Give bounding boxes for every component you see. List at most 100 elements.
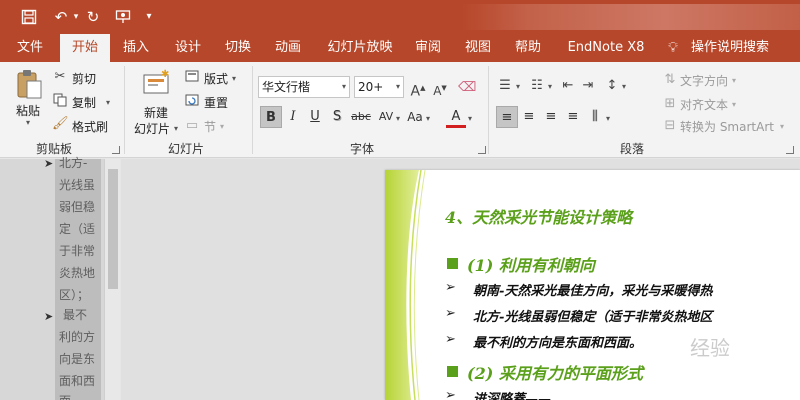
outline-text-line[interactable]: 光线虽 <box>59 176 95 193</box>
ribbon-home: 粘贴 ▾ ✂ 剪切 复制 ▾ 🖌︎ 格式刷 剪贴板 ✱ 新建 幻灯片 ▾ 版式 … <box>0 62 800 158</box>
bullets-icon[interactable]: ☰ <box>496 78 514 94</box>
slide-subheading[interactable]: (2) 采用有力的平面形式 <box>467 360 643 384</box>
customize-qat-chevron-down-icon[interactable]: ▾ <box>143 6 155 28</box>
outline-text-line[interactable]: 炎热地 <box>59 264 95 281</box>
undo-dropdown-icon[interactable]: ▾ <box>71 6 81 28</box>
font-dialog-launcher-icon[interactable] <box>478 146 486 154</box>
change-case-dropdown-icon[interactable]: ▾ <box>426 114 430 123</box>
character-spacing-dropdown-icon[interactable]: ▾ <box>396 114 400 123</box>
font-size-combo[interactable]: 20+ ▾ <box>354 76 404 98</box>
paste-dropdown-icon[interactable]: ▾ <box>26 118 30 127</box>
scissors-icon: ✂ <box>54 69 66 84</box>
new-slide-button[interactable]: 新建 <box>144 104 168 121</box>
font-color-dropdown-icon[interactable]: ▾ <box>468 114 472 123</box>
tab-home[interactable]: 开始 <box>60 34 110 62</box>
convert-smartart-dropdown-icon[interactable]: ▾ <box>780 122 784 131</box>
text-shadow-button[interactable]: S <box>326 106 348 128</box>
slide-canvas[interactable]: 4、天然采光节能设计策略 (1) 利用有利朝向 ➢ 朝南-天然采光最佳方向，采光… <box>385 170 800 400</box>
section-dropdown-icon[interactable]: ▾ <box>220 122 224 131</box>
outline-text-line[interactable]: 利的方 <box>59 328 95 345</box>
line-spacing-icon[interactable]: ↕ <box>604 78 620 94</box>
font-size-dropdown-icon[interactable]: ▾ <box>396 77 400 97</box>
reset-button[interactable]: 重置 <box>204 94 228 111</box>
layout-button[interactable]: 版式 <box>204 70 228 87</box>
strikethrough-button[interactable]: abc <box>348 106 374 128</box>
font-name-dropdown-icon[interactable]: ▾ <box>342 77 346 97</box>
increase-indent-icon[interactable]: ⇥ <box>580 78 596 94</box>
justify-button[interactable]: ≡ <box>562 106 584 128</box>
copy-button[interactable]: 复制 <box>72 94 96 111</box>
tab-slideshow[interactable]: 幻灯片放映 <box>322 34 398 62</box>
character-spacing-button[interactable]: AV <box>376 106 396 128</box>
underline-button[interactable]: U <box>304 106 326 128</box>
outline-text-line[interactable]: 最不 <box>63 306 87 323</box>
align-text-button[interactable]: 对齐文本 <box>680 96 728 113</box>
tell-me-search[interactable]: 操作说明搜索 <box>688 34 772 62</box>
text-direction-button[interactable]: 文字方向 <box>680 72 728 89</box>
change-case-button[interactable]: Aa <box>404 106 426 128</box>
copy-dropdown-icon[interactable]: ▾ <box>106 98 110 107</box>
slide-title[interactable]: 4、天然采光节能设计策略 <box>445 204 632 228</box>
paragraph-dialog-launcher-icon[interactable] <box>786 146 794 154</box>
tab-animations[interactable]: 动画 <box>266 34 310 62</box>
repeat-icon[interactable]: ↻ <box>84 6 102 28</box>
text-direction-dropdown-icon[interactable]: ▾ <box>732 76 736 85</box>
convert-smartart-button[interactable]: 转换为 SmartArt <box>680 118 774 135</box>
layout-dropdown-icon[interactable]: ▾ <box>232 74 236 83</box>
decrease-indent-icon[interactable]: ⇤ <box>560 78 576 94</box>
outline-text-line[interactable]: 北方- <box>59 154 87 171</box>
bold-button[interactable]: B <box>260 106 282 128</box>
outline-text-line[interactable]: 于非常 <box>59 242 95 259</box>
new-slide-label-2[interactable]: 幻灯片 <box>134 120 170 137</box>
outline-text-line[interactable]: 区）； <box>59 286 89 303</box>
new-slide-icon[interactable]: ✱ <box>140 68 172 100</box>
tab-help[interactable]: 帮助 <box>506 34 550 62</box>
clear-formatting-icon[interactable]: ⌫ <box>458 80 476 96</box>
tab-transitions[interactable]: 切换 <box>216 34 260 62</box>
outline-text-line[interactable]: 面和西 <box>59 372 95 389</box>
outline-scrollbar[interactable] <box>104 159 120 400</box>
tab-review[interactable]: 审阅 <box>406 34 450 62</box>
format-painter-button[interactable]: 格式刷 <box>72 118 108 135</box>
save-icon[interactable] <box>18 6 40 28</box>
grow-font-icon[interactable]: A▲ <box>410 80 426 100</box>
paste-button[interactable]: 粘贴 <box>16 102 40 119</box>
slide-bullet-text[interactable]: 最不利的方向是东面和西面。 <box>473 332 642 351</box>
columns-dropdown-icon[interactable]: ▾ <box>606 114 610 123</box>
paste-icon[interactable] <box>14 68 46 102</box>
slide-subheading[interactable]: (1) 利用有利朝向 <box>467 252 595 276</box>
font-name-combo[interactable]: 华文行楷 ▾ <box>258 76 350 98</box>
tab-view[interactable]: 视图 <box>456 34 500 62</box>
numbering-icon[interactable]: ☷ <box>528 78 546 94</box>
shrink-font-icon[interactable]: A▼ <box>432 80 448 99</box>
new-slide-dropdown-icon[interactable]: ▾ <box>174 124 178 133</box>
outline-text-line[interactable]: 面 <box>59 392 71 400</box>
slide-bullet-text[interactable]: 北方-光线虽弱但稳定（适于非常炎热地区 <box>473 306 712 325</box>
section-button[interactable]: 节 <box>204 118 216 135</box>
slide-bullet-text[interactable]: 进深略蓋—— <box>473 388 551 400</box>
line-spacing-dropdown-icon[interactable]: ▾ <box>622 82 626 91</box>
align-center-button[interactable]: ≡ <box>518 106 540 128</box>
tab-design[interactable]: 设计 <box>166 34 210 62</box>
clipboard-dialog-launcher-icon[interactable] <box>112 146 120 154</box>
align-right-button[interactable]: ≡ <box>540 106 562 128</box>
numbering-dropdown-icon[interactable]: ▾ <box>548 82 552 91</box>
undo-icon[interactable]: ↶ <box>50 6 72 28</box>
outline-text-line[interactable]: 向是东 <box>59 350 95 367</box>
font-color-button[interactable]: A <box>446 106 466 128</box>
align-left-button[interactable]: ≡ <box>496 106 518 128</box>
italic-button[interactable]: I <box>282 106 304 128</box>
scrollbar-thumb[interactable] <box>108 169 118 289</box>
cut-button[interactable]: 剪切 <box>72 70 96 87</box>
present-from-start-icon[interactable] <box>112 6 134 28</box>
slide-bullet-text[interactable]: 朝南-天然采光最佳方向，采光与采暖得热 <box>473 280 712 299</box>
tab-endnote[interactable]: EndNote X8 <box>560 34 652 62</box>
outline-text-line[interactable]: 定（适 <box>59 220 95 237</box>
bullets-dropdown-icon[interactable]: ▾ <box>516 82 520 91</box>
outline-text-line[interactable]: 弱但稳 <box>59 198 95 215</box>
align-text-dropdown-icon[interactable]: ▾ <box>732 100 736 109</box>
columns-icon[interactable]: ⫼ <box>584 106 606 128</box>
tab-file[interactable]: 文件 <box>8 34 52 62</box>
lightbulb-icon[interactable]: 💡︎ <box>664 34 682 62</box>
tab-insert[interactable]: 插入 <box>114 34 158 62</box>
